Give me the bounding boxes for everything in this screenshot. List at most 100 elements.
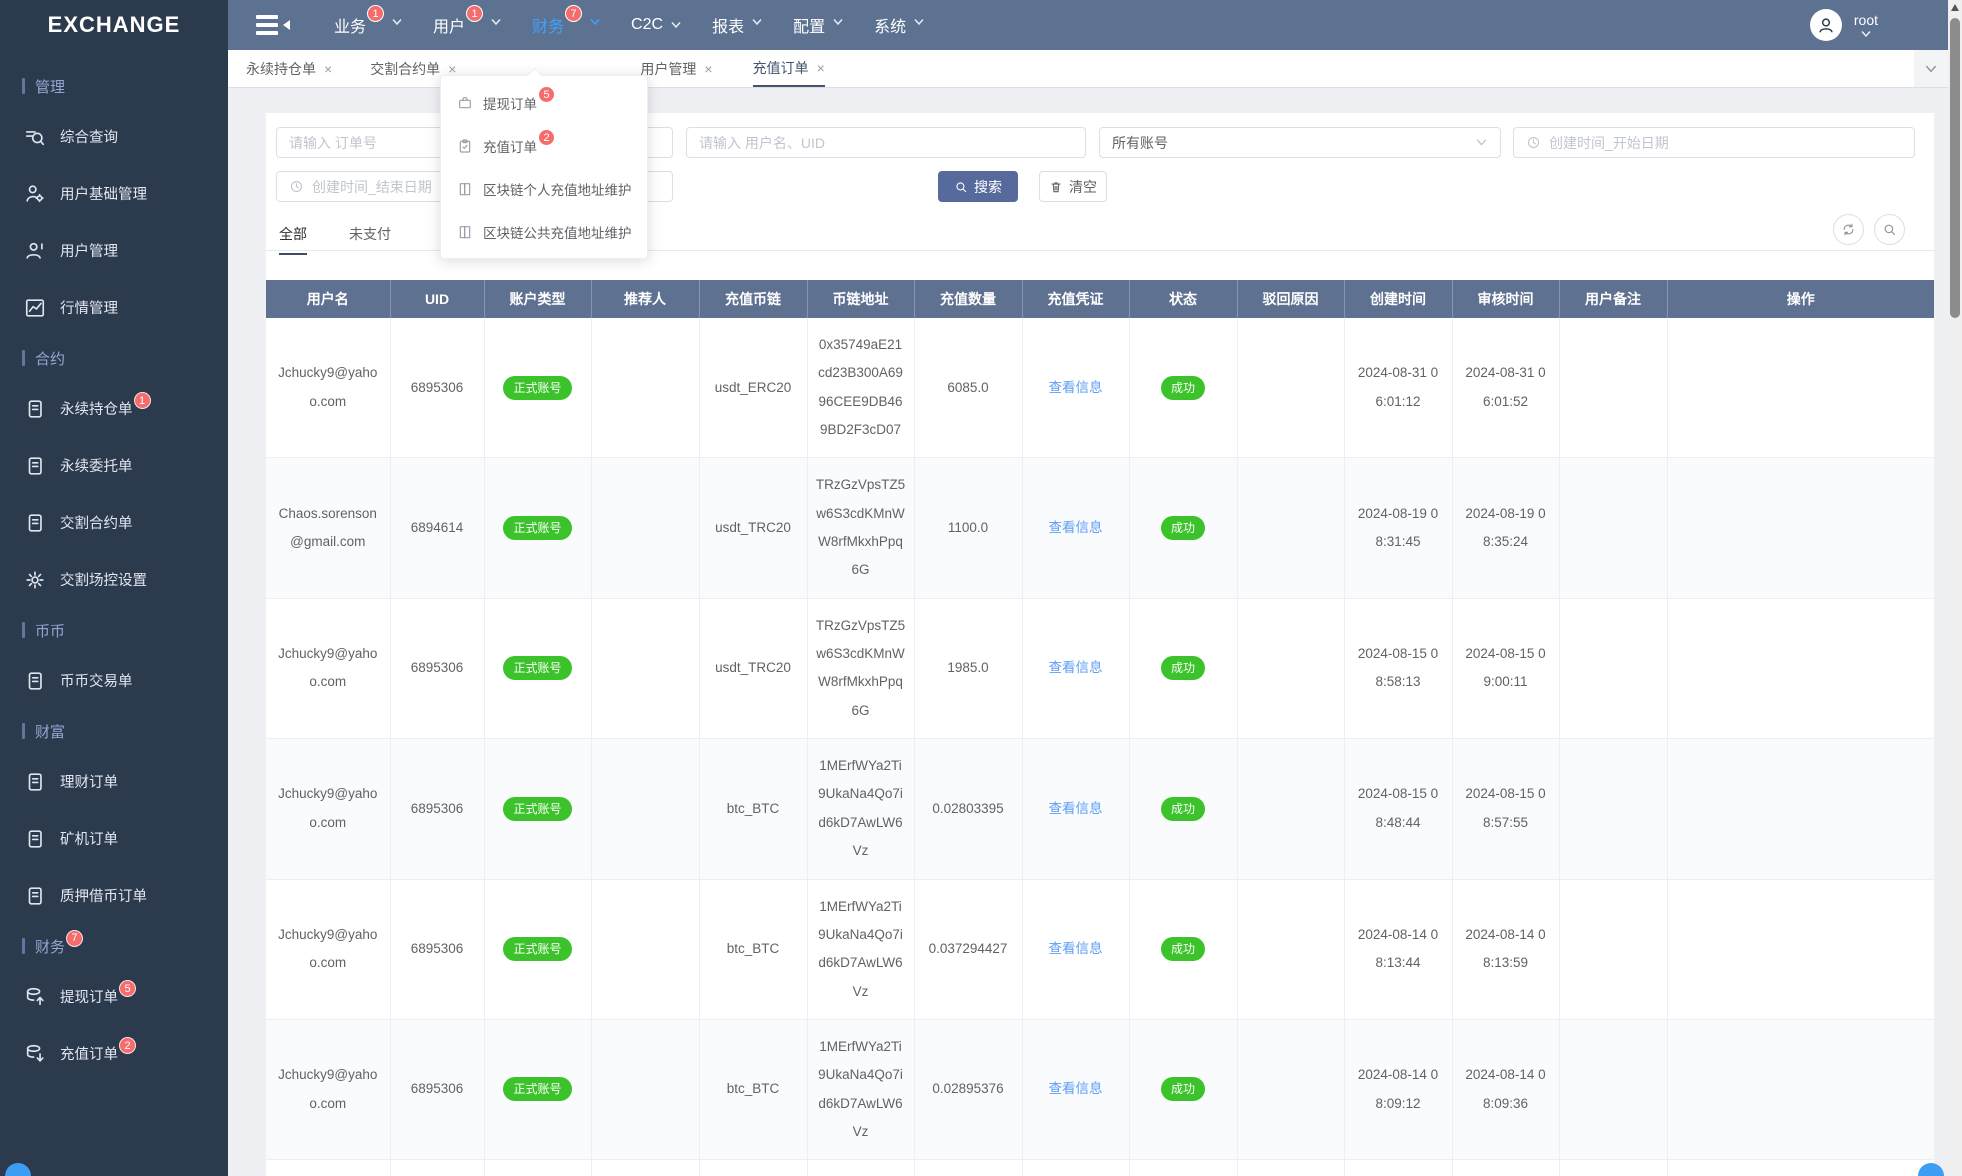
topbar-user-area[interactable]: root	[1809, 9, 1878, 41]
view-info-link[interactable]: 查看信息	[1049, 520, 1103, 535]
cell-amount: 1100.0	[947, 519, 989, 535]
sidebar-item[interactable]: 交割合约单	[0, 494, 228, 551]
sidebar: EXCHANGE 管理 综合查询 用户基础管理 用户管理 行情管理 合约 永续持…	[0, 0, 228, 1176]
topnav-item[interactable]: C2C	[631, 16, 682, 34]
sidebar-item-label: 用户基础管理	[60, 187, 147, 203]
sidebar-item[interactable]: 提现订单 5	[0, 968, 228, 1025]
user-menu[interactable]: root	[1854, 12, 1878, 38]
table-cell	[590, 1159, 700, 1176]
table-cell	[1666, 879, 1934, 1020]
table-cell: 成功	[1128, 879, 1238, 1020]
view-info-link[interactable]: 查看信息	[1049, 660, 1103, 675]
table-cell	[1236, 738, 1345, 880]
chevron-down-icon	[491, 19, 501, 26]
sidebar-item[interactable]: 充值订单 2	[0, 1025, 228, 1082]
sidebar-item[interactable]: 用户管理	[0, 222, 228, 279]
cell-chain: btc_BTC	[726, 1081, 780, 1097]
table-cell: 2024-08-15 08:57:55	[1451, 738, 1560, 880]
open-tab[interactable]: 用户管理 ×	[640, 50, 712, 87]
section-accent-bar	[22, 723, 25, 739]
topnav-item[interactable]: 业务 1	[334, 5, 403, 37]
open-tab[interactable]: 充值订单 ×	[752, 50, 825, 87]
doc-icon	[28, 772, 42, 791]
view-info-link[interactable]: 查看信息	[1049, 941, 1103, 956]
search-button[interactable]: 搜索	[938, 171, 1018, 202]
refresh-button[interactable]	[1833, 214, 1864, 245]
sidebar-item[interactable]: 用户基础管理	[0, 165, 228, 222]
chevron-down-icon	[590, 19, 600, 26]
sidebar-item[interactable]: 理财订单	[0, 753, 228, 810]
table-cell	[1558, 879, 1668, 1020]
date-start-placeholder: 创建时间_开始日期	[1549, 134, 1669, 151]
sidebar-item[interactable]: 行情管理	[0, 279, 228, 336]
sidebar-item[interactable]: 质押借币订单	[0, 867, 228, 924]
table-cell	[590, 598, 700, 740]
cell-address: TRzGzVpsTZ5w6S3cdKMnWW8rfMkxhPpq6G	[815, 477, 906, 578]
table-cell: 查看信息	[1021, 738, 1130, 880]
cell-address: 1MErfWYa2Ti9UkaNa4Qo7id6kD7AwLW6Vz	[818, 1038, 903, 1139]
table-cell: usdt_ERC20	[698, 318, 808, 459]
close-icon[interactable]: ×	[324, 61, 332, 77]
sidebar-item[interactable]: 交割场控设置	[0, 551, 228, 608]
clear-button[interactable]: 清空	[1039, 171, 1107, 202]
page-scrollbar[interactable]	[1948, 0, 1962, 1176]
scroll-top-button[interactable]: ︿	[1918, 1163, 1944, 1176]
dropdown-item[interactable]: 区块链公共充值地址维护	[441, 210, 647, 253]
column-search-button[interactable]	[1874, 214, 1905, 245]
topnav-item-label: C2C	[631, 16, 664, 33]
table-cell: 正式账号	[483, 1019, 592, 1161]
sidebar-item-label: 综合查询	[60, 130, 118, 146]
date-start-input[interactable]: 创建时间_开始日期	[1513, 127, 1915, 158]
topnav-item[interactable]: 系统	[874, 13, 925, 37]
dropdown-item[interactable]: 提现订单 5	[441, 81, 647, 124]
status-badge: 成功	[1160, 1077, 1205, 1102]
trash-icon	[1051, 181, 1061, 192]
scrollbar-thumb[interactable]	[1950, 18, 1960, 318]
table-cell: 成功	[1128, 738, 1238, 880]
count-badge: 1	[367, 5, 385, 22]
sidebar-item[interactable]: 综合查询	[0, 108, 228, 165]
account-type-badge: 正式账号	[503, 937, 572, 962]
table-cell	[1558, 457, 1668, 599]
username-uid-input[interactable]	[686, 127, 1086, 158]
sidebar-item[interactable]: 永续持仓单 1	[0, 380, 228, 437]
status-badge: 成功	[1160, 796, 1205, 821]
topnav-item[interactable]: 配置	[793, 13, 844, 37]
topnav-item[interactable]: 用户 1	[433, 5, 502, 37]
topnav-item[interactable]: 报表	[712, 13, 763, 37]
close-icon[interactable]: ×	[817, 60, 825, 76]
table-cell: 1100.0	[913, 457, 1023, 599]
collapse-menu-icon[interactable]	[256, 13, 296, 37]
close-icon[interactable]: ×	[704, 61, 712, 77]
sidebar-item[interactable]: 永续委托单	[0, 437, 228, 494]
section-label: 管理	[35, 78, 66, 96]
tabs-overflow-button[interactable]	[1914, 50, 1948, 87]
doc-icon	[28, 829, 42, 848]
view-info-link[interactable]: 查看信息	[1049, 801, 1103, 816]
search-list-icon	[25, 130, 45, 145]
sidebar-item[interactable]: 币币交易单	[0, 652, 228, 709]
table-cell: 0.037294427	[913, 879, 1023, 1020]
scrollbar-up-arrow-icon[interactable]	[1951, 4, 1959, 11]
open-tab[interactable]: 永续持仓单 ×	[246, 50, 332, 87]
table-cell	[590, 457, 700, 599]
view-info-link[interactable]: 查看信息	[1049, 380, 1103, 395]
sidebar-item[interactable]: 矿机订单	[0, 810, 228, 867]
book-icon	[459, 182, 471, 195]
table-cell: 2024-08-15 08:48:44	[1343, 738, 1453, 880]
table-cell: Jchucky9@yahoo.com	[266, 738, 391, 880]
sidebar-section-label: 财富	[0, 709, 228, 753]
view-info-link[interactable]: 查看信息	[1049, 1081, 1103, 1096]
avatar[interactable]	[1809, 9, 1842, 41]
table-cell: Jchucky9@yahoo.com	[266, 318, 391, 459]
table-cell: 6895306	[389, 1019, 485, 1161]
table-cell: 6895306	[389, 879, 485, 1020]
dropdown-item[interactable]: 区块链个人充值地址维护	[441, 167, 647, 210]
account-type-select[interactable]: 所有账号	[1099, 127, 1501, 158]
topnav-item[interactable]: 财务 7	[532, 5, 601, 37]
dropdown-item[interactable]: 充值订单 2	[441, 124, 647, 167]
cell-created-time: 2024-08-14 08:09:12	[1357, 1067, 1439, 1111]
table-cell: Jchucky9@yahoo.com	[266, 879, 391, 1020]
table-cell: 2024-08-31 06:01:52	[1451, 318, 1560, 459]
table-row: Chaos.sorenson@gmail.com 6894614 正式账号 usdt_…	[266, 457, 1934, 599]
